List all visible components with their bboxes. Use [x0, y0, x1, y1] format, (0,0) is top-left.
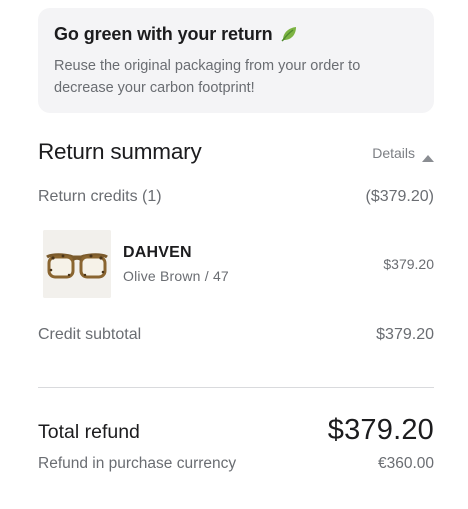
product-variant: Olive Brown / 47	[123, 268, 229, 284]
banner-title: Go green with your return	[54, 23, 273, 44]
purchase-currency-label: Refund in purchase currency	[38, 455, 237, 472]
purchase-currency-value: €360.00	[377, 455, 434, 472]
return-credits-label: Return credits (1)	[38, 188, 162, 205]
return-credits-value: ($379.20)	[365, 188, 435, 205]
caret-up-icon	[422, 149, 434, 162]
details-label: Details	[372, 145, 415, 161]
credit-subtotal-value: $379.20	[376, 326, 434, 343]
banner-description: Reuse the original packaging from your o…	[54, 58, 361, 96]
credit-subtotal-label: Credit subtotal	[38, 326, 142, 343]
total-refund-label: Total refund	[38, 421, 140, 443]
product-thumbnail	[43, 230, 111, 298]
summary-title: Return summary	[38, 139, 202, 164]
details-toggle-button[interactable]: Details	[372, 145, 434, 162]
banner-title-row: Go green with your return	[54, 22, 418, 46]
total-refund-value: $379.20	[327, 414, 434, 446]
product-price: $379.20	[383, 256, 434, 272]
return-summary-page: Go green with your return Reuse the orig…	[0, 0, 468, 509]
go-green-banner: Go green with your return Reuse the orig…	[38, 8, 434, 113]
divider	[38, 387, 434, 388]
product-name: DAHVEN	[123, 244, 192, 261]
leaf-icon	[279, 24, 299, 44]
